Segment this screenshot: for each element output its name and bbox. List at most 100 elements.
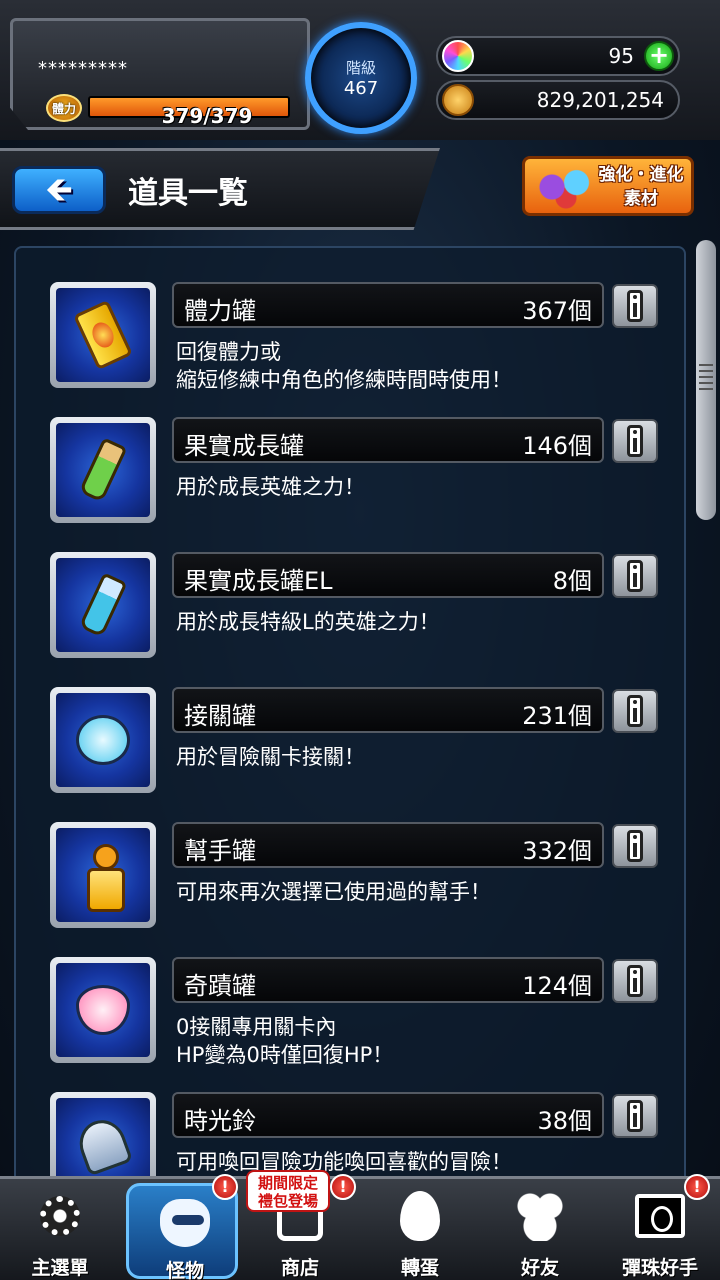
- list-item[interactable]: 接關罐 231個 用於冒險關卡接關！: [16, 653, 684, 793]
- item-description: 可用來再次選擇已使用過的幫手！: [176, 880, 491, 904]
- item-list[interactable]: 體力罐 367個 回復體力或 縮短修練中角色的修練時間時使用！ 果實成長罐 14…: [14, 246, 686, 1186]
- nav-friends[interactable]: 好友: [484, 1179, 596, 1280]
- item-name-box: 體力罐 367個: [172, 282, 604, 328]
- item-name: 接關罐: [184, 702, 256, 730]
- list-item[interactable]: 幫手罐 332個 可用來再次選擇已使用過的幫手！: [16, 788, 684, 928]
- monster-icon: [160, 1199, 210, 1247]
- list-item[interactable]: 果實成長罐 146個 用於成長英雄之力！: [16, 383, 684, 523]
- orb-count: 95: [608, 44, 634, 68]
- item-description: 用於冒險關卡接關！: [176, 745, 365, 769]
- item-name: 果實成長罐: [184, 432, 304, 460]
- rank-badge[interactable]: 階級 467: [305, 22, 417, 134]
- back-arrow-icon: 🡸: [45, 170, 73, 210]
- item-name-box: 接關罐 231個: [172, 687, 604, 733]
- fruit-growth-el-bottle-icon: [78, 572, 128, 638]
- promo-line1: 期間限定: [257, 1174, 318, 1192]
- item-name: 奇蹟罐: [184, 972, 256, 1000]
- nav-label: 怪物: [165, 1260, 204, 1280]
- nav-label: 商店: [280, 1257, 319, 1279]
- item-count: 38個: [537, 1107, 592, 1135]
- item-name: 時光鈴: [184, 1107, 256, 1135]
- info-icon: [627, 695, 643, 727]
- info-button[interactable]: [612, 824, 658, 868]
- item-icon-frame: [50, 417, 156, 523]
- item-icon-frame: [50, 822, 156, 928]
- main-menu-icon: [40, 1196, 80, 1236]
- nav-label: 彈珠好手: [621, 1257, 698, 1279]
- item-count: 146個: [522, 432, 592, 460]
- friends-icon: [515, 1191, 565, 1241]
- list-item[interactable]: 體力罐 367個 回復體力或 縮短修練中角色的修練時間時使用！: [16, 248, 684, 392]
- materials-label: 強化・進化 素材: [591, 163, 691, 211]
- scrollbar[interactable]: [696, 240, 716, 520]
- item-name-box: 奇蹟罐 124個: [172, 957, 604, 1003]
- item-icon-frame: [50, 957, 156, 1063]
- item-description: 用於成長英雄之力！: [176, 475, 365, 499]
- rank-label: 階級: [345, 59, 376, 77]
- info-icon: [627, 560, 643, 592]
- info-button[interactable]: [612, 959, 658, 1003]
- info-icon: [627, 1100, 643, 1132]
- shop-cart-icon: [277, 1207, 323, 1241]
- list-item[interactable]: 時光鈴 38個 可用喚回冒險功能喚回喜歡的冒險！: [16, 1058, 684, 1184]
- item-name-box: 時光鈴 38個: [172, 1092, 604, 1138]
- fruit-growth-bottle-icon: [78, 437, 128, 503]
- list-item[interactable]: 奇蹟罐 124個 0接關專用關卡內 HP變為0時僅回復HP！: [16, 923, 684, 1067]
- alert-badge: !: [684, 1174, 710, 1200]
- continue-jar-icon: [76, 715, 130, 765]
- stamina-value: 379/379: [161, 104, 253, 128]
- promo-tag[interactable]: 期間限定 禮包登場: [246, 1170, 330, 1212]
- item-name: 幫手罐: [184, 837, 256, 865]
- nav-label: 轉蛋: [400, 1257, 439, 1279]
- materials-label-line2: 素材: [624, 189, 658, 209]
- materials-label-line1: 強化・進化: [598, 165, 684, 185]
- item-icon-frame: [50, 1092, 156, 1184]
- coin-count: 829,201,254: [536, 88, 664, 112]
- bottom-nav: 主選單 怪物 商店 轉蛋 好友 彈珠好手: [0, 1176, 720, 1280]
- item-count: 124個: [522, 972, 592, 1000]
- info-button[interactable]: [612, 1094, 658, 1138]
- item-name-box: 幫手罐 332個: [172, 822, 604, 868]
- item-name: 體力罐: [184, 297, 256, 325]
- info-button[interactable]: [612, 419, 658, 463]
- coin-counter: 829,201,254: [436, 80, 680, 120]
- item-name-box: 果實成長罐 146個: [172, 417, 604, 463]
- orb-counter: 95 +: [436, 36, 680, 76]
- info-button[interactable]: [612, 554, 658, 598]
- helper-jar-icon: [85, 844, 125, 912]
- orb-icon: [442, 40, 474, 72]
- gacha-egg-icon: [400, 1191, 440, 1241]
- info-icon: [627, 965, 643, 997]
- info-button[interactable]: [612, 284, 658, 328]
- info-button[interactable]: [612, 689, 658, 733]
- miracle-jar-icon: [76, 985, 130, 1035]
- item-count: 231個: [522, 702, 592, 730]
- item-icon-frame: [50, 552, 156, 658]
- info-icon: [627, 290, 643, 322]
- back-button[interactable]: 🡸: [12, 166, 106, 214]
- buy-orbs-button[interactable]: +: [644, 41, 674, 71]
- nav-main-menu[interactable]: 主選單: [4, 1179, 116, 1280]
- list-item[interactable]: 果實成長罐EL 8個 用於成長特級L的英雄之力！: [16, 518, 684, 658]
- stamina-can-icon: [73, 299, 133, 371]
- item-count: 8個: [552, 567, 592, 595]
- item-count: 367個: [522, 297, 592, 325]
- nav-label: 好友: [520, 1257, 559, 1279]
- page-title: 道具一覧: [128, 176, 248, 211]
- materials-button[interactable]: 強化・進化 素材: [522, 156, 694, 216]
- info-icon: [627, 830, 643, 862]
- rank-value: 467: [343, 78, 379, 99]
- item-count: 332個: [522, 837, 592, 865]
- scroll-grip-icon: [699, 364, 713, 394]
- stamina-icon: 體力: [46, 94, 82, 122]
- item-description: 用於成長特級L的英雄之力！: [176, 610, 440, 634]
- nav-gacha[interactable]: 轉蛋: [364, 1179, 476, 1280]
- promo-line2: 禮包登場: [257, 1192, 318, 1210]
- coin-icon: [442, 84, 474, 116]
- item-name: 果實成長罐EL: [184, 567, 333, 595]
- nav-label: 主選單: [31, 1257, 89, 1279]
- info-icon: [627, 425, 643, 457]
- item-icon-frame: [50, 687, 156, 793]
- time-bell-icon: [72, 1113, 134, 1177]
- alert-badge: !: [212, 1174, 238, 1200]
